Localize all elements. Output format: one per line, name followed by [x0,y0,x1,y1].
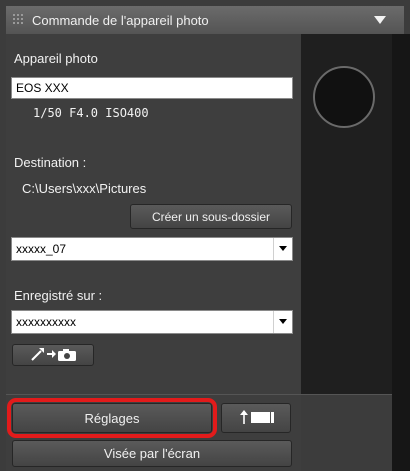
saved-on-label: Enregistré sur : [14,288,103,303]
destination-label: Destination : [14,155,87,170]
wand-arrow-camera-icon [28,346,78,365]
small-triangle-down-icon[interactable] [273,311,292,333]
transfer-settings-button[interactable] [12,344,94,366]
small-triangle-down-icon[interactable] [273,238,292,260]
window-titlebar[interactable]: Commande de l'appareil photo [6,6,404,35]
folder-select[interactable]: xxxxx_07 [11,237,293,261]
upload-to-monitor-button[interactable] [221,403,291,433]
arrow-up-monitor-icon [236,409,276,428]
live-view-button[interactable]: Visée par l'écran [12,440,292,467]
camera-model-value: EOS XXX [16,81,69,95]
folder-select-value: xxxxx_07 [16,242,67,256]
saved-on-select-value: xxxxxxxxxx [16,315,76,329]
panel-divider [6,394,392,395]
settings-button[interactable]: Réglages [12,403,212,433]
triangle-down-icon[interactable] [372,14,388,26]
destination-path: C:\Users\xxx\Pictures [22,181,147,196]
create-subfolder-button[interactable]: Créer un sous-dossier [130,204,292,229]
window-title: Commande de l'appareil photo [32,13,209,28]
control-dial[interactable] [313,66,375,128]
right-edge-bar [392,34,410,471]
exposure-readout: 1/50 F4.0 ISO400 [33,106,149,120]
camera-model-field: EOS XXX [11,77,293,99]
saved-on-select[interactable]: xxxxxxxxxx [11,310,293,334]
grip-icon[interactable] [12,13,26,27]
camera-section-label: Appareil photo [14,51,98,66]
